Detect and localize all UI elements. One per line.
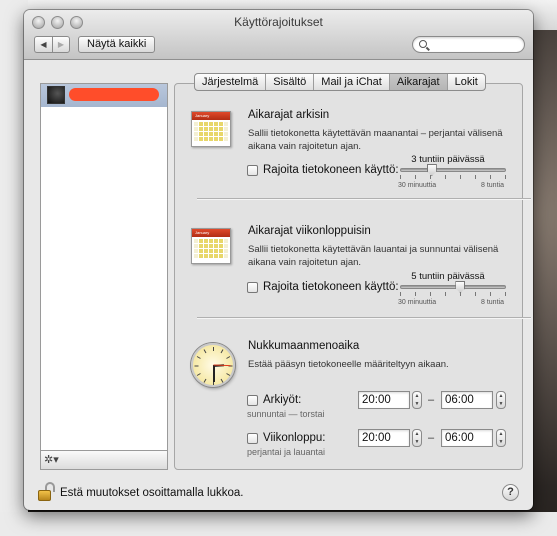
clock-icon xyxy=(191,343,235,387)
forward-button[interactable]: ▶ xyxy=(52,36,70,53)
clock-tick xyxy=(196,373,201,376)
weekend-slider-max: 8 tuntia xyxy=(481,299,504,306)
weekend-bedtime-end-stepper[interactable]: ▲ ▼ xyxy=(496,429,506,447)
parental-controls-window: Käyttörajoitukset ◀ ▶ Näytä kaikki ✲▾ Jä… xyxy=(24,10,533,510)
weekend-slider-min: 30 minuuttia xyxy=(398,299,437,306)
school-nights-start-stepper[interactable]: ▲ ▼ xyxy=(412,391,422,409)
nav-buttons: ◀ ▶ xyxy=(34,36,70,53)
lock-icon[interactable] xyxy=(38,482,56,502)
school-nights-start-time[interactable]: 20:00 xyxy=(358,391,410,409)
weekend-calendar-icon: January xyxy=(191,228,231,264)
clock-tick xyxy=(203,378,207,383)
tab-system[interactable]: Järjestelmä xyxy=(195,74,267,90)
avatar xyxy=(47,86,65,104)
weekend-bedtime-start-time[interactable]: 20:00 xyxy=(358,429,410,447)
school-nights-sublabel: sunnuntai — torstai xyxy=(247,409,325,419)
weekday-slider-min: 30 minuuttia xyxy=(398,182,437,189)
tab-bar: Järjestelmä Sisältö Mail ja iChat Aikara… xyxy=(194,73,486,91)
gear-icon: ✲▾ xyxy=(44,454,59,466)
clock-tick xyxy=(194,365,199,367)
weekend-limit-checkbox[interactable] xyxy=(247,282,258,293)
gear-menu-button[interactable]: ✲▾ xyxy=(44,453,66,467)
time-range-dash: – xyxy=(428,432,435,444)
weekend-slider-value: 5 tuntiin päivässä xyxy=(411,271,485,282)
weekend-bedtime-start-stepper[interactable]: ▲ ▼ xyxy=(412,429,422,447)
school-nights-end-time[interactable]: 06:00 xyxy=(441,391,493,409)
clock-tick xyxy=(203,349,207,354)
lock-text: Estä muutokset osoittamalla lukkoa. xyxy=(60,487,244,499)
clock-tick xyxy=(226,356,231,359)
clock-tick xyxy=(226,373,231,376)
search-icon xyxy=(419,40,427,48)
school-nights-checkbox[interactable] xyxy=(247,395,258,406)
clock-tick xyxy=(220,349,224,354)
chevron-right-icon: ▶ xyxy=(57,40,65,49)
weekday-slider-max: 8 tuntia xyxy=(481,182,504,189)
weekend-slider-track[interactable] xyxy=(400,285,506,289)
weekday-limit-label: Rajoita tietokoneen käyttö: xyxy=(263,164,399,176)
weekend-title: Aikarajat viikonloppuisin xyxy=(248,225,371,237)
clock-tick xyxy=(220,378,224,383)
user-list[interactable] xyxy=(40,83,168,470)
weekend-bedtime-label: Viikonloppu: xyxy=(263,432,326,444)
redacted-username xyxy=(69,88,159,101)
chevron-left-icon: ◀ xyxy=(40,40,47,49)
weekday-slider-track[interactable] xyxy=(400,168,506,172)
show-all-button[interactable]: Näytä kaikki xyxy=(78,36,156,53)
tab-logs[interactable]: Lokit xyxy=(448,74,485,90)
desktop-bottom-strip xyxy=(0,512,557,536)
weekday-title: Aikarajat arkisin xyxy=(248,109,330,121)
weekday-slider-ticks xyxy=(400,175,506,179)
time-range-dash: – xyxy=(428,394,435,406)
tab-content[interactable]: Sisältö xyxy=(266,74,315,90)
weekday-description-line2: aikana vain rajoitetun ajan. xyxy=(248,141,362,152)
search-input[interactable] xyxy=(412,36,525,53)
section-divider xyxy=(197,198,531,199)
weekday-calendar-icon: January xyxy=(191,111,231,147)
back-button[interactable]: ◀ xyxy=(34,36,52,53)
weekend-description-line2: aikana vain rajoitetun ajan. xyxy=(248,257,362,268)
weekday-limit-checkbox[interactable] xyxy=(247,165,258,176)
bedtime-title: Nukkumaanmenoaika xyxy=(248,340,360,352)
clock-tick xyxy=(196,356,201,359)
school-nights-label: Arkiyöt: xyxy=(263,394,302,406)
user-list-item[interactable] xyxy=(41,84,167,107)
weekday-description-line1: Sallii tietokonetta käytettävän maananta… xyxy=(248,128,503,139)
window-title: Käyttörajoitukset xyxy=(234,15,323,29)
school-nights-end-stepper[interactable]: ▲ ▼ xyxy=(496,391,506,409)
weekend-description-line1: Sallii tietokonetta käytettävän lauantai… xyxy=(248,244,499,255)
weekend-limit-label: Rajoita tietokoneen käyttö: xyxy=(263,281,399,293)
tab-mail-ichat[interactable]: Mail ja iChat xyxy=(314,74,390,90)
weekday-slider-value: 3 tuntiin päivässä xyxy=(411,154,485,165)
weekend-bedtime-end-time[interactable]: 06:00 xyxy=(441,429,493,447)
clock-tick xyxy=(213,347,214,351)
section-divider xyxy=(197,317,531,318)
bedtime-description: Estää pääsyn tietokoneelle määriteltyyn … xyxy=(248,359,449,370)
help-button[interactable]: ? xyxy=(502,484,519,501)
weekend-slider-ticks xyxy=(400,292,506,296)
user-list-footer: ✲▾ xyxy=(40,450,168,470)
weekend-bedtime-checkbox[interactable] xyxy=(247,433,258,444)
weekend-bedtime-sublabel: perjantai ja lauantai xyxy=(247,447,326,457)
tab-time-limits[interactable]: Aikarajat xyxy=(389,74,448,90)
toolbar: Käyttörajoitukset ◀ ▶ Näytä kaikki xyxy=(24,10,533,60)
